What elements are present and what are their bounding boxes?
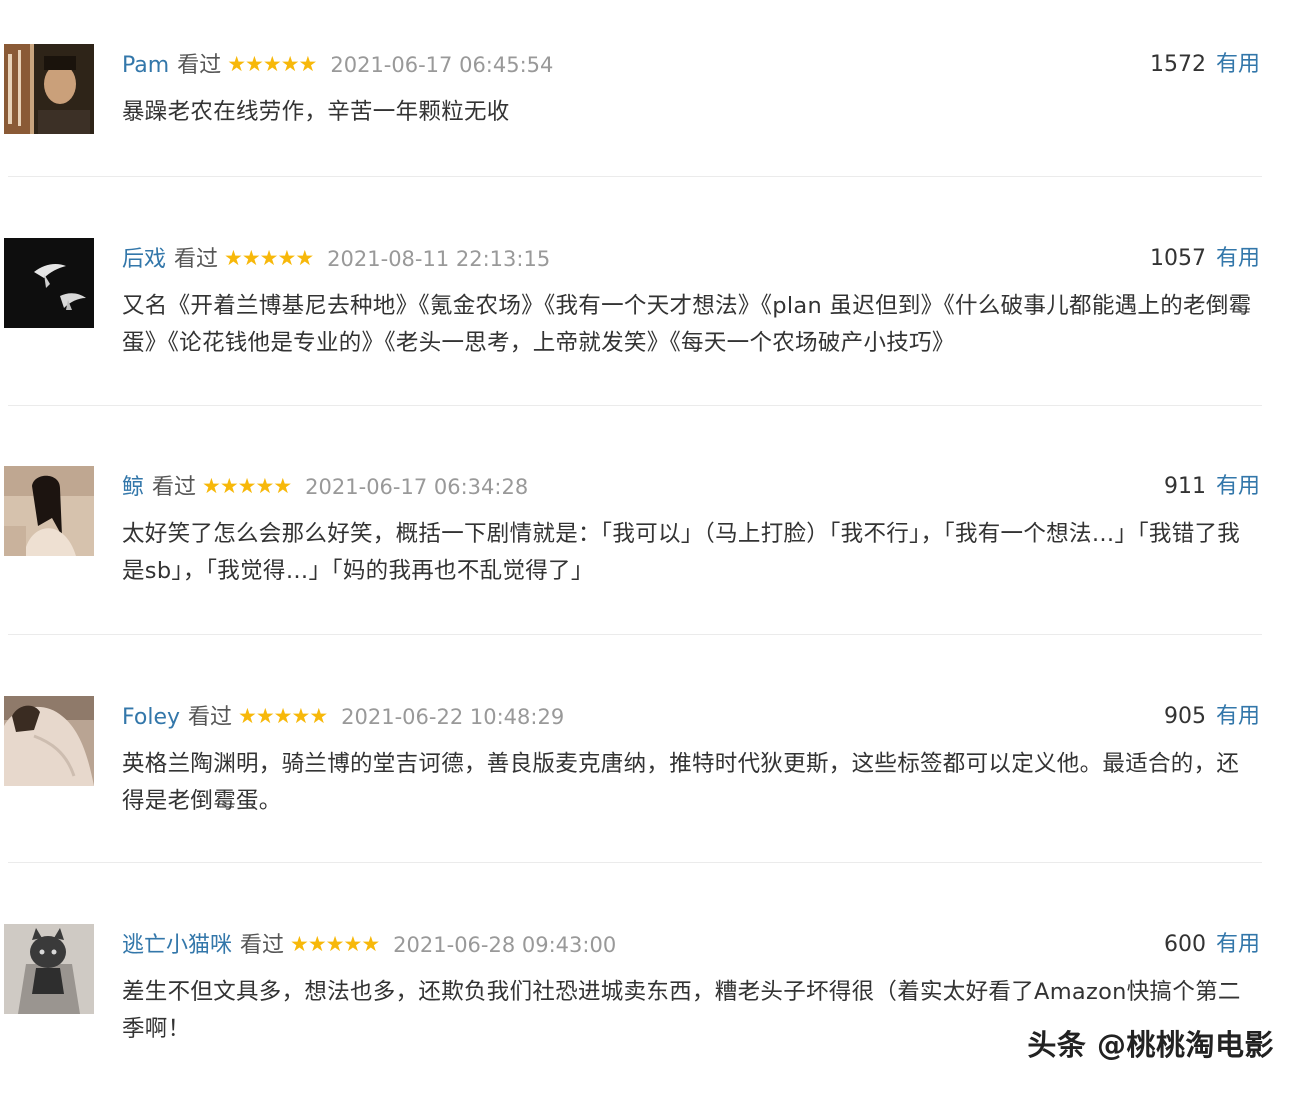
useful-count: 600: [1163, 932, 1206, 957]
review-header: Foley 看过 ★★★★★ 2021-06-22 10:48:29: [122, 700, 564, 734]
review-timestamp: 2021-06-28 09:43:00: [393, 933, 617, 957]
watched-status: 看过: [188, 705, 233, 730]
avatar[interactable]: [4, 924, 94, 1014]
review-comment: 英格兰陶渊明，骑兰博的堂吉诃德，善良版麦克唐纳，推特时代狄更斯，这些标签都可以定…: [122, 751, 1240, 814]
vote-area: 1572 有用: [1150, 48, 1260, 82]
rating-stars-icon: ★★★★★: [227, 52, 317, 76]
useful-button[interactable]: 有用: [1216, 704, 1260, 729]
avatar[interactable]: [4, 466, 94, 556]
useful-button[interactable]: 有用: [1216, 52, 1260, 77]
review-comment: 又名《开着兰博基尼去种地》《氪金农场》《我有一个天才想法》《plan 虽迟但到》…: [122, 293, 1252, 356]
review-timestamp: 2021-06-17 06:45:54: [330, 53, 554, 77]
rating-stars-icon: ★★★★★: [290, 932, 380, 956]
divider: [8, 405, 1262, 406]
review-timestamp: 2021-06-17 06:34:28: [305, 475, 529, 499]
divider: [8, 862, 1262, 863]
useful-button[interactable]: 有用: [1216, 474, 1260, 499]
username-link[interactable]: 逃亡小猫咪: [122, 933, 232, 958]
review-comment: 暴躁老农在线劳作，辛苦一年颗粒无收: [122, 99, 510, 125]
review-timestamp: 2021-08-11 22:13:15: [327, 247, 551, 271]
vote-area: 911 有用: [1164, 470, 1260, 504]
review-header: 逃亡小猫咪 看过 ★★★★★ 2021-06-28 09:43:00: [122, 928, 616, 962]
username-link[interactable]: Foley: [122, 705, 180, 730]
useful-count: 1572: [1149, 52, 1206, 77]
username-link[interactable]: Pam: [122, 53, 169, 78]
rating-stars-icon: ★★★★★: [202, 474, 292, 498]
rating-stars-icon: ★★★★★: [224, 246, 314, 270]
divider: [8, 176, 1262, 177]
avatar[interactable]: [4, 44, 94, 134]
review-timestamp: 2021-06-22 10:48:29: [341, 705, 565, 729]
avatar[interactable]: [4, 696, 94, 786]
useful-button[interactable]: 有用: [1216, 246, 1260, 271]
watched-status: 看过: [240, 933, 285, 958]
useful-count: 1057: [1149, 246, 1206, 271]
watermark-label: 头条 @桃桃淘电影: [1027, 1028, 1274, 1062]
useful-count: 911: [1163, 474, 1206, 499]
rating-stars-icon: ★★★★★: [238, 704, 328, 728]
review-comment: 太好笑了怎么会那么好笑，概括一下剧情就是：「我可以」（马上打脸）「我不行」，「我…: [122, 521, 1241, 584]
vote-area: 905 有用: [1164, 700, 1260, 734]
divider: [8, 634, 1262, 635]
avatar[interactable]: [4, 238, 94, 328]
watched-status: 看过: [177, 53, 222, 78]
watched-status: 看过: [152, 475, 197, 500]
username-link[interactable]: 后戏: [122, 247, 166, 272]
vote-area: 1057 有用: [1150, 242, 1260, 276]
watched-status: 看过: [174, 247, 219, 272]
useful-button[interactable]: 有用: [1216, 932, 1260, 957]
username-link[interactable]: 鲸: [122, 475, 144, 500]
review-header: 鲸看过 ★★★★★ 2021-06-17 06:34:28: [122, 470, 528, 504]
useful-count: 905: [1163, 704, 1206, 729]
vote-area: 600 有用: [1164, 928, 1260, 962]
review-header: Pam 看过 ★★★★★ 2021-06-17 06:45:54: [122, 48, 553, 82]
review-header: 后戏 看过 ★★★★★ 2021-08-11 22:13:15: [122, 242, 550, 276]
